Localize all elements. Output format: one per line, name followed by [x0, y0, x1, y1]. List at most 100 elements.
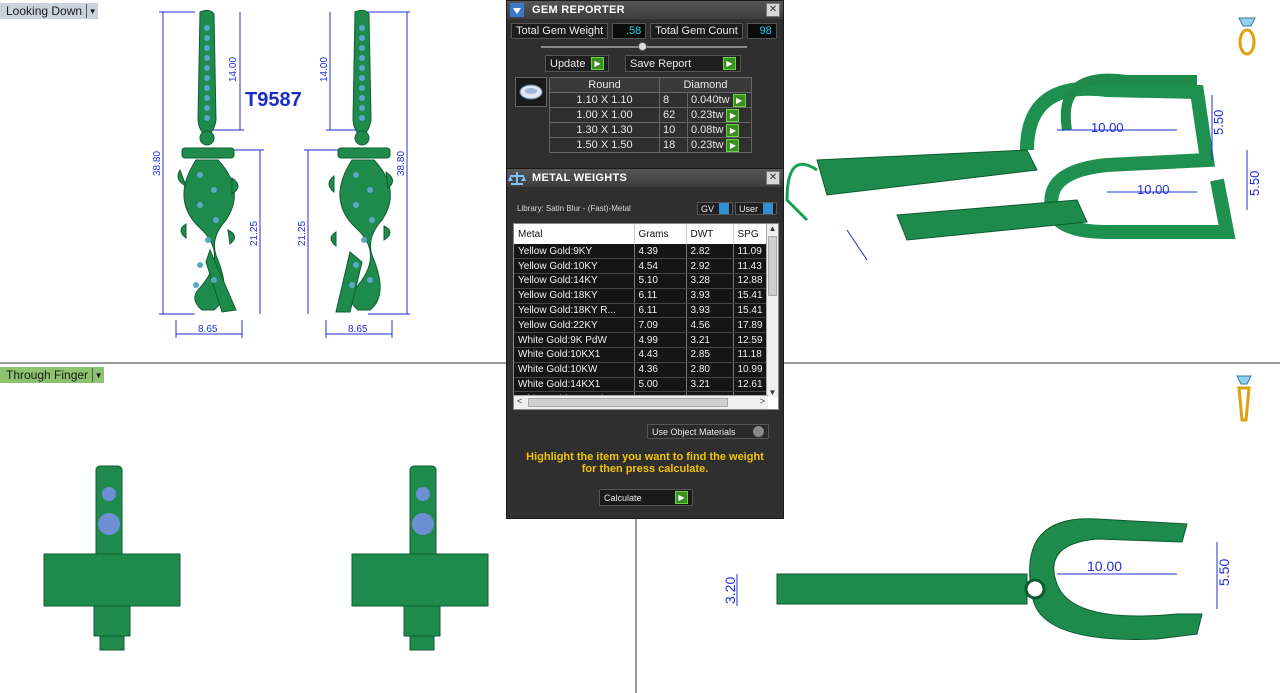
table-row[interactable]: White Gold:10KW 4.36 2.80 10.99 — [514, 362, 768, 378]
gem-row[interactable]: 1.30 X 1.30 10 0.08tw ▶ — [549, 122, 752, 138]
slider-handle[interactable] — [638, 42, 647, 51]
gem-weight: 0.23tw — [691, 108, 724, 121]
play-icon[interactable]: ▶ — [726, 108, 740, 122]
gem-size: 1.30 X 1.30 — [549, 122, 660, 138]
radio-icon — [753, 426, 764, 437]
chevron-down-icon[interactable]: ▼ — [92, 368, 104, 382]
chevron-down-icon[interactable]: ▼ — [767, 388, 778, 397]
calculate-button[interactable]: Calculate ▶ — [599, 489, 693, 506]
gem-row[interactable]: 1.00 X 1.00 62 0.23tw ▶ — [549, 107, 752, 123]
metal-spg: 15.41 — [733, 303, 768, 319]
table-row[interactable]: Yellow Gold:9KY 4.39 2.82 11.09 — [514, 244, 768, 260]
gem-shape-header: Round — [549, 77, 660, 93]
scale-icon — [508, 169, 526, 187]
total-gem-count-label: Total Gem Count — [650, 23, 743, 39]
chevron-down-icon[interactable]: ▼ — [86, 4, 98, 18]
dwt-column-header[interactable]: DWT — [686, 224, 734, 244]
spg-column-header[interactable]: SPG — [733, 224, 768, 244]
chevron-up-icon[interactable]: ▲ — [767, 224, 778, 236]
dim-width-upper: 10.00 — [1091, 120, 1124, 135]
table-row[interactable]: Yellow Gold:18KY 6.11 3.93 15.41 — [514, 288, 768, 304]
metal-dwt: 2.92 — [686, 258, 734, 275]
gem-row[interactable]: 1.10 X 1.10 8 0.040tw ▶ — [549, 92, 752, 108]
metal-dwt: 3.93 — [686, 288, 734, 304]
metal-name: White Gold:14KX1 — [514, 377, 635, 393]
close-icon[interactable]: ✕ — [766, 3, 780, 17]
gem-count: 18 — [659, 137, 688, 153]
play-icon: ▶ — [675, 491, 688, 504]
gem-size: 1.10 X 1.10 — [549, 92, 660, 108]
gem-count: 62 — [659, 107, 688, 123]
play-icon[interactable]: ▶ — [732, 93, 746, 107]
total-gem-weight-label: Total Gem Weight — [511, 23, 609, 39]
metal-dwt: 3.28 — [686, 273, 734, 289]
gem-row[interactable]: 1.50 X 1.50 18 0.23tw ▶ — [549, 137, 752, 153]
metal-name: White Gold:10KW — [514, 362, 635, 378]
horizontal-scrollbar[interactable]: < > — [514, 395, 768, 409]
ring-orientation-icon — [1238, 17, 1256, 56]
metal-name: White Gold:9K PdW — [514, 332, 635, 349]
scroll-thumb[interactable] — [768, 236, 777, 296]
metal-spg: 15.41 — [733, 288, 768, 304]
table-row[interactable]: White Gold:9K PdW 4.99 3.21 12.59 — [514, 332, 768, 349]
play-icon: ▶ — [723, 57, 736, 70]
model-id-label: T9587 — [245, 89, 302, 111]
metal-spg: 12.61 — [733, 377, 768, 393]
table-row[interactable]: White Gold:10KX1 4.43 2.85 11.18 — [514, 347, 768, 363]
metal-dwt: 3.21 — [686, 377, 734, 393]
use-object-materials-toggle[interactable]: Use Object Materials — [647, 424, 769, 439]
dim-total-left-length: 38.80 — [152, 151, 163, 176]
total-gem-count-value: 98 — [746, 23, 777, 39]
dim-top-right-length: 14.00 — [319, 57, 330, 82]
metal-grams: 4.54 — [634, 258, 687, 275]
round-diamond-icon[interactable] — [515, 77, 547, 107]
viewport-label[interactable]: Through Finger ▼ — [0, 367, 105, 383]
metal-spg: 11.09 — [733, 244, 768, 260]
close-icon[interactable]: ✕ — [766, 171, 780, 185]
play-icon[interactable]: ▶ — [726, 138, 740, 152]
gem-reporter-titlebar[interactable]: GEM REPORTER ✕ — [507, 1, 783, 19]
table-row[interactable]: White Gold:14KX1 5.00 3.21 12.61 — [514, 377, 768, 393]
metal-grams: 6.11 — [634, 288, 687, 304]
hint-text-line1: Highlight the item you want to find the … — [526, 451, 764, 463]
table-row[interactable]: Yellow Gold:10KY 4.54 2.92 11.43 — [514, 258, 768, 275]
metal-grams: 4.36 — [634, 362, 687, 378]
chevron-left-icon[interactable]: < — [517, 396, 522, 406]
dim-height-upper: 5.50 — [1211, 110, 1226, 135]
calculate-label: Calculate — [604, 492, 642, 503]
info-icon — [763, 203, 773, 214]
hint-text-line2: for then press calculate. — [581, 463, 709, 475]
metal-dwt: 3.93 — [686, 303, 734, 319]
save-report-button[interactable]: Save Report ▶ — [625, 55, 741, 72]
metal-dwt: 2.80 — [686, 362, 734, 378]
metal-spg: 12.59 — [733, 332, 768, 349]
dim-profile-height: 5.50 — [1216, 559, 1232, 586]
dim-left-width: 8.65 — [198, 324, 218, 335]
gem-size: 1.00 X 1.00 — [549, 107, 660, 123]
grams-column-header[interactable]: Grams — [634, 224, 687, 244]
table-row[interactable]: Yellow Gold:14KY 5.10 3.28 12.88 — [514, 273, 768, 289]
gv-toggle[interactable]: GV — [697, 202, 733, 215]
table-row[interactable]: Yellow Gold:18KY R... 6.11 3.93 15.41 — [514, 303, 768, 319]
user-toggle[interactable]: User — [735, 202, 777, 215]
scroll-thumb[interactable] — [528, 398, 728, 407]
metal-grams: 4.39 — [634, 244, 687, 260]
vertical-scrollbar[interactable]: ▲ ▼ — [766, 224, 778, 397]
dim-right-width: 8.65 — [348, 324, 368, 335]
metal-name: White Gold:10KX1 — [514, 347, 635, 363]
viewport-label[interactable]: Looking Down ▼ — [0, 3, 99, 19]
update-button[interactable]: Update ▶ — [545, 55, 609, 72]
play-icon[interactable]: ▶ — [726, 123, 740, 137]
table-row[interactable]: Yellow Gold:22KY 7.09 4.56 17.89 — [514, 317, 768, 334]
metal-name: Yellow Gold:10KY — [514, 258, 635, 275]
ring-orientation-icon — [1236, 375, 1252, 422]
chevron-right-icon[interactable]: > — [760, 396, 765, 406]
gem-slider[interactable] — [541, 41, 747, 53]
dim-drop-left-length: 21.25 — [249, 221, 260, 246]
metal-weights-titlebar[interactable]: METAL WEIGHTS ✕ — [507, 169, 783, 187]
metal-table-container[interactable]: Metal Grams DWT SPG Yellow Gold:9KY 4.39 2… — [513, 223, 779, 410]
gem-count: 8 — [659, 92, 688, 108]
gem-reporter-panel: GEM REPORTER ✕ Total Gem Weight .58 Tota… — [506, 0, 784, 172]
metal-column-header[interactable]: Metal — [514, 224, 635, 244]
gem-reporter-icon — [508, 1, 526, 19]
